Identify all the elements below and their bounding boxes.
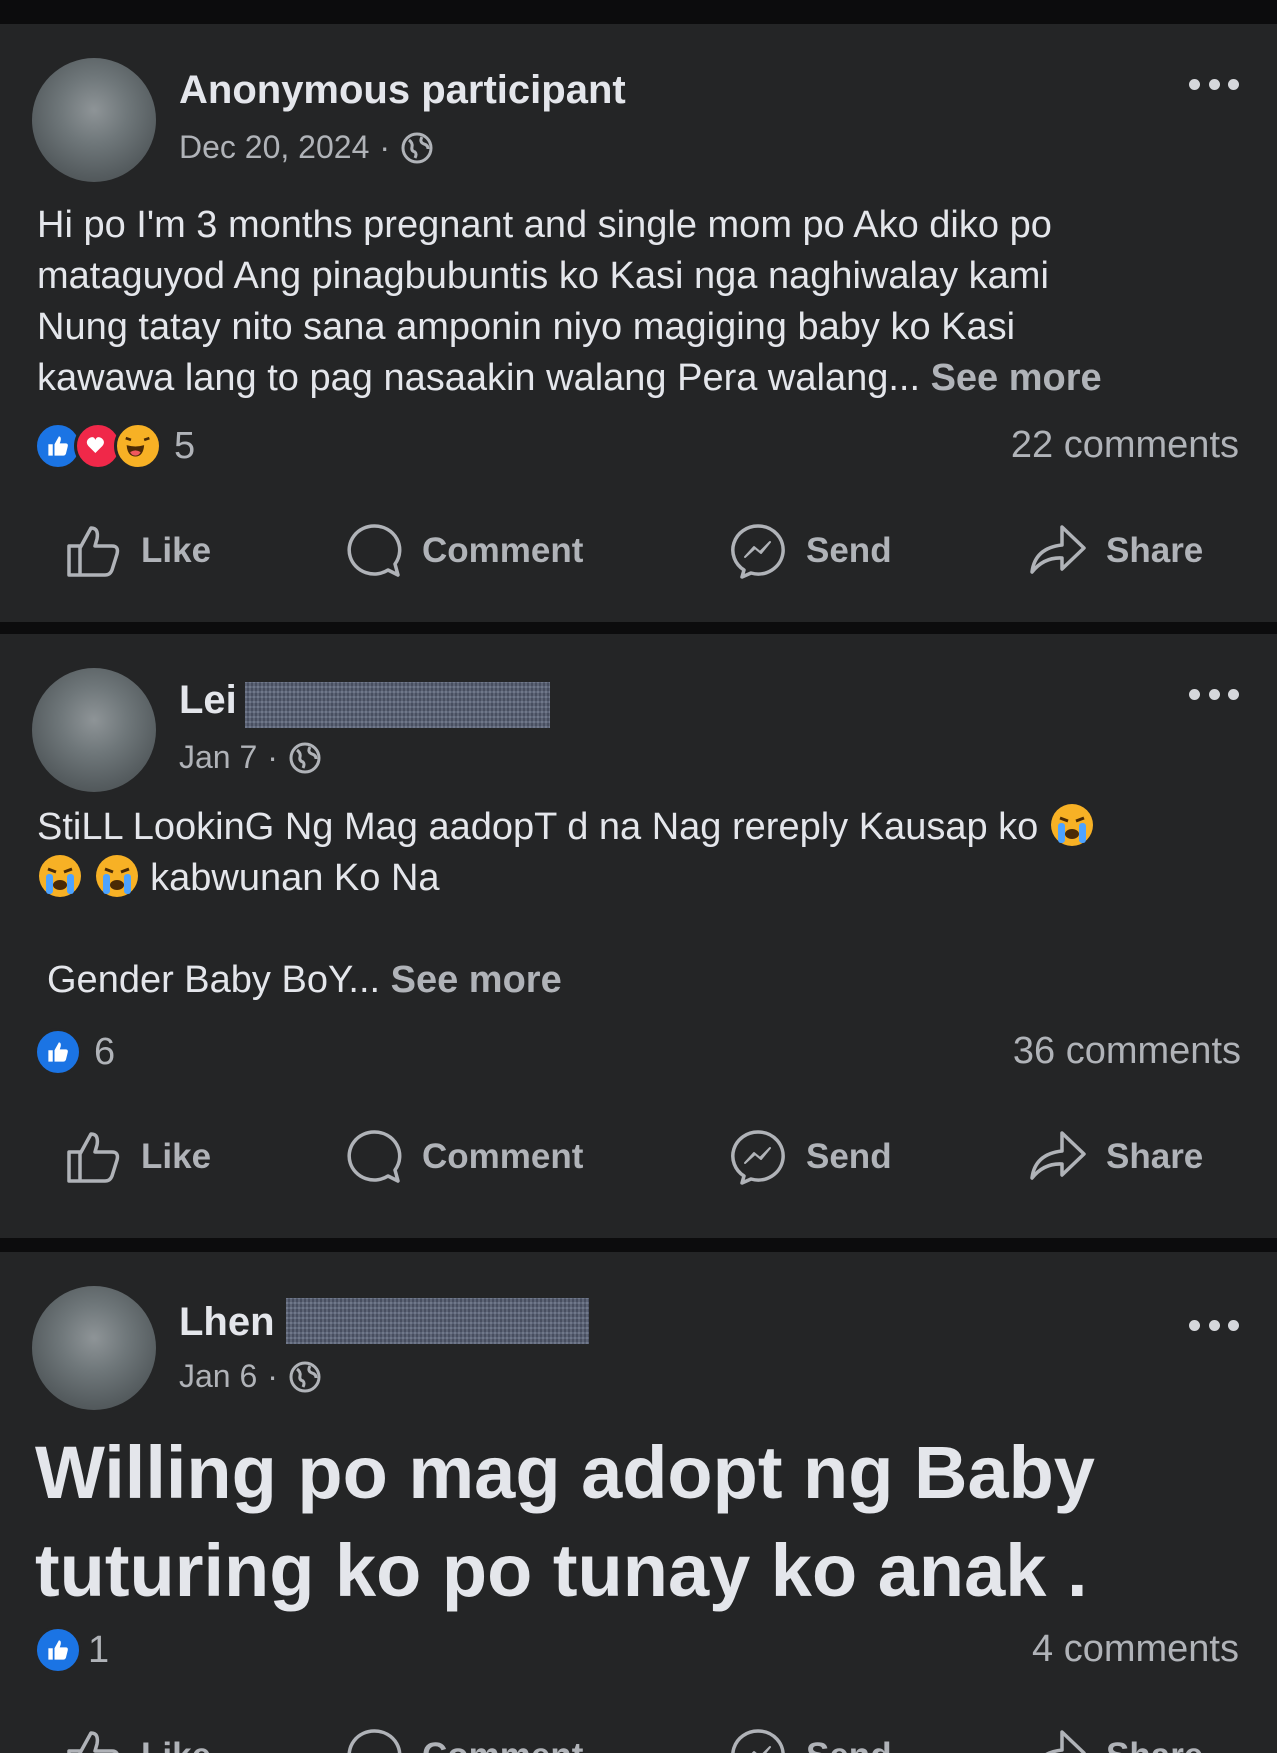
thumbs-up-icon [67,1132,120,1183]
post-card: Anonymous participant Dec 20, 2024 · Hi … [0,24,1277,622]
avatar[interactable] [32,1286,156,1410]
see-more-link[interactable]: See more [391,959,562,1001]
globe-icon [289,1361,321,1392]
comments-count[interactable]: 4 comments [1032,1628,1239,1671]
comment-label: Comment [422,1736,583,1753]
post-separator [0,622,1277,634]
post-author[interactable]: Lei [179,678,237,723]
post-text-line: kawawa lang to pag nasaakin walang Pera … [37,357,1102,399]
comments-count[interactable]: 36 comments [1013,1030,1241,1073]
post-text-line: Willing po mag adopt ng Baby [35,1431,1095,1514]
reactions-summary[interactable]: 5 [34,422,195,470]
post-text-line: StiLL LookinG Ng Mag aadopT d na Nag rer… [37,802,1095,853]
reactions-summary[interactable]: 1 [34,1626,109,1674]
meta-dot: · [267,739,278,775]
haha-reaction-icon [114,422,162,470]
post-author[interactable]: Lhen [179,1300,275,1345]
post-date[interactable]: Jan 6 [179,1358,257,1395]
messenger-icon [731,524,785,579]
send-button[interactable]: Send [728,1122,892,1192]
post-text-line: kabwunan Ko Na [37,853,1095,904]
post-text: StiLL LookinG Ng Mag aadopT d na Nag rer… [37,802,1095,1006]
avatar[interactable] [32,58,156,182]
like-button[interactable]: Like [65,1721,211,1753]
action-bar: Like Comment Send Share [0,516,1277,586]
comment-icon [347,1729,402,1753]
comment-icon [347,1130,402,1183]
more-options-icon[interactable] [1189,684,1239,704]
like-label: Like [141,1736,211,1753]
more-options-icon[interactable] [1189,74,1239,94]
action-bar: Like Comment Send Share [0,1122,1277,1192]
comment-button[interactable]: Comment [344,1122,583,1192]
post-text-line: Gender Baby BoY... See more [47,959,562,1001]
comments-count[interactable]: 22 comments [1011,424,1239,467]
action-bar: Like Comment Send Share [0,1721,1277,1753]
reaction-count: 1 [88,1628,110,1671]
globe-icon [401,132,433,163]
globe-icon [289,742,321,773]
like-label: Like [141,531,212,570]
share-icon [1030,1131,1086,1180]
crying-emoji-icon [95,855,138,897]
thumbs-up-icon [67,1731,119,1753]
send-button[interactable]: Send [728,516,892,586]
share-icon [1045,1730,1086,1753]
reaction-count: 6 [94,1030,116,1073]
post-card: Lei Jan 7 · StiLL LookinG Ng Mag aadopT … [0,634,1277,1238]
share-label: Share [1106,531,1204,570]
like-label: Like [141,1137,212,1176]
send-button[interactable]: Send [728,1721,892,1753]
post-separator [0,1238,1277,1252]
meta-dot: · [267,1358,278,1394]
comment-icon [347,524,402,577]
post-author[interactable]: Anonymous participant [179,68,626,113]
like-button[interactable]: Like [65,516,211,586]
comment-label: Comment [422,531,584,570]
share-label: Share [1106,1736,1203,1753]
post-text-line: mataguyod Ang pinagbubuntis ko Kasi nga … [37,255,1049,297]
share-label: Share [1106,1137,1204,1176]
post-text: Willing po mag adopt ng Baby tuturing ko… [35,1424,1095,1620]
redacted-name [245,682,550,728]
reactions-summary[interactable]: 6 [34,1028,115,1076]
post-date[interactable]: Dec 20, 2024 [179,129,369,166]
post-text: Hi po I'm 3 months pregnant and single m… [37,200,1102,404]
send-label: Send [806,1137,892,1176]
crying-emoji-icon [1050,804,1093,846]
share-icon [1030,525,1086,574]
send-label: Send [806,531,892,570]
share-button[interactable]: Share [1028,516,1203,586]
send-label: Send [806,1736,892,1753]
crying-emoji-icon [39,855,81,897]
post-meta: Jan 6 · [179,1358,322,1395]
like-reaction-icon [34,1028,82,1076]
like-button[interactable]: Like [65,1122,211,1192]
post-separator [0,0,1277,24]
post-meta: Dec 20, 2024 · [179,129,434,166]
see-more-link[interactable]: See more [931,357,1102,399]
meta-dot: · [379,129,391,165]
post-text-line: tuturing ko po tunay ko anak . [35,1529,1088,1612]
post-date[interactable]: Jan 7 [179,739,257,776]
comment-button[interactable]: Comment [344,516,583,586]
comment-button[interactable]: Comment [344,1721,583,1753]
post-text-line: Nung tatay nito sana amponin niyo magigi… [37,306,1016,348]
share-button[interactable]: Share [1028,1122,1203,1192]
more-options-icon[interactable] [1189,1315,1239,1335]
post-card: Lhen Jan 6 · Willing po mag adopt ng Bab… [0,1252,1277,1753]
redacted-name [286,1298,589,1344]
avatar[interactable] [32,668,156,792]
like-reaction-icon [34,1626,82,1674]
post-meta: Jan 7 · [179,739,322,776]
thumbs-up-icon [67,526,120,577]
messenger-icon [731,1729,785,1753]
comment-label: Comment [422,1137,584,1176]
reaction-count: 5 [174,424,196,467]
messenger-icon [731,1130,785,1185]
share-button[interactable]: Share [1028,1721,1203,1753]
post-text-line: Hi po I'm 3 months pregnant and single m… [37,204,1052,246]
